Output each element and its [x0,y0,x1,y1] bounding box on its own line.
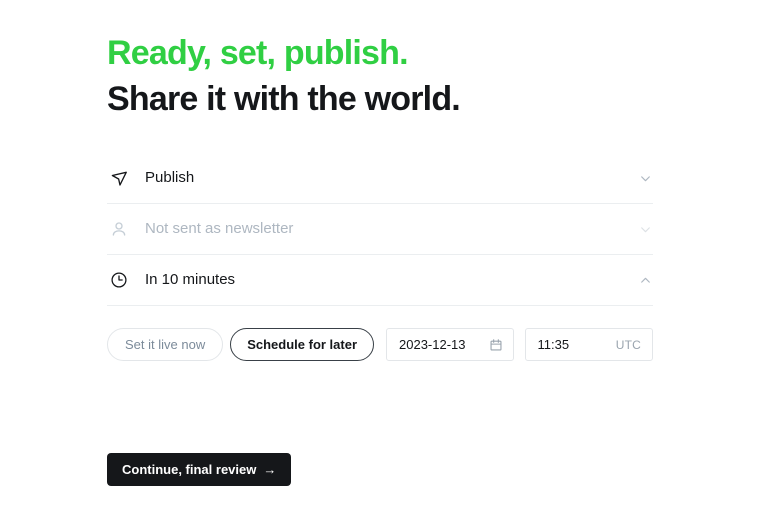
schedule-settings-panel: Set it live now Schedule for later 2023-… [107,328,653,361]
arrow-right-icon: → [263,462,277,477]
user-icon [107,217,131,241]
option-row-schedule[interactable]: In 10 minutes [107,254,653,305]
option-label-newsletter: Not sent as newsletter [145,220,294,237]
publish-date-input[interactable]: 2023-12-13 [386,328,514,361]
clock-icon [107,268,131,292]
publish-date-value: 2023-12-13 [399,336,466,352]
publish-screen: Ready, set, publish. Share it with the w… [0,0,778,523]
heading-line-secondary: Share it with the world. [107,80,461,118]
publish-content: Ready, set, publish. Share it with the w… [107,30,653,486]
set-it-live-now-button[interactable]: Set it live now [107,328,224,361]
option-label-schedule: In 10 minutes [145,271,236,288]
heading-line-primary: Ready, set, publish. [107,34,409,72]
page-title: Ready, set, publish. Share it with the w… [107,30,653,122]
publish-time-value: 11:35 [537,336,570,352]
schedule-for-later-button[interactable]: Schedule for later [230,328,375,361]
publish-options-list: Publish Not sent as newsletter In 10 min… [107,153,653,306]
option-row-publish[interactable]: Publish [107,153,653,203]
chevron-up-icon[interactable] [637,272,653,288]
cta-label: Continue, final review [122,462,257,477]
option-label-publish: Publish [145,169,195,186]
option-row-newsletter[interactable]: Not sent as newsletter [107,203,653,254]
publish-time-input[interactable]: 11:35 UTC [524,328,653,361]
chevron-down-icon[interactable] [637,221,653,237]
cta-container: Continue, final review → [107,453,653,486]
chevron-down-icon[interactable] [637,170,653,186]
send-icon [107,166,131,190]
calendar-icon[interactable] [489,338,503,352]
continue-final-review-button[interactable]: Continue, final review → [107,453,292,486]
timezone-label: UTC [615,337,641,352]
